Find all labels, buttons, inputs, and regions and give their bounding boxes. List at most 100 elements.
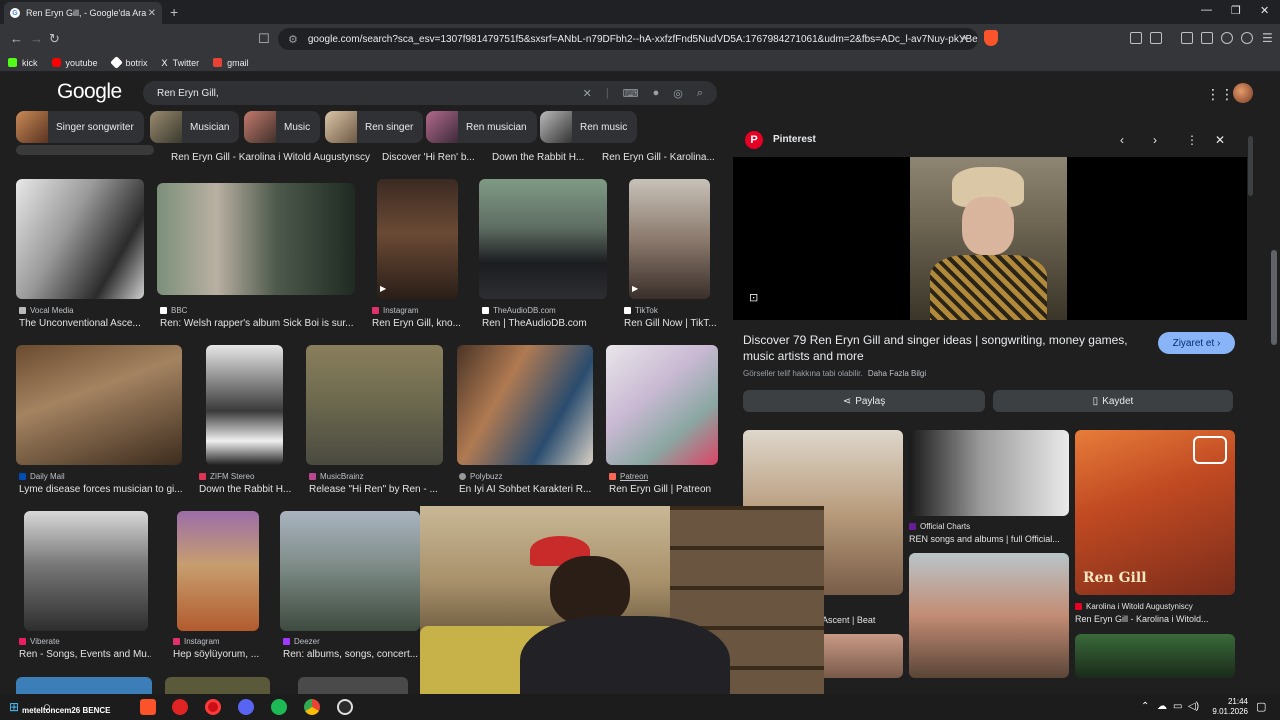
notifications-icon[interactable]: ▢ <box>1256 700 1266 713</box>
result-image[interactable] <box>24 511 148 631</box>
result-title[interactable]: Ren | TheAudioDB.com <box>482 318 607 329</box>
share-url-icon[interactable]: ↗ <box>958 33 967 46</box>
back-icon[interactable]: ← <box>10 31 23 46</box>
related-title[interactable]: Ren Eryn Gill - Karolina i Witold... <box>1075 614 1235 624</box>
result-title[interactable]: Discover 'Hi Ren' b... <box>382 152 482 163</box>
related-image[interactable] <box>1075 634 1235 678</box>
result-image[interactable] <box>206 345 283 465</box>
result-title[interactable]: Ren Eryn Gill, kno... <box>372 318 467 329</box>
bookmark-twitter[interactable]: X Twitter <box>162 58 200 69</box>
save-button[interactable]: ▯ Kaydet <box>993 390 1233 412</box>
panel-title[interactable]: Discover 79 Ren Eryn Gill and singer ide… <box>743 332 1143 364</box>
result-title[interactable]: Ren - Songs, Events and Mu... <box>19 649 151 660</box>
result-image[interactable] <box>177 511 259 631</box>
microphone-icon[interactable]: ● <box>653 87 660 100</box>
result-image[interactable] <box>629 179 710 299</box>
result-image[interactable] <box>479 179 607 299</box>
result-image[interactable] <box>16 677 152 694</box>
extensions-icon[interactable] <box>1130 32 1142 44</box>
vpn-icon[interactable] <box>1241 32 1253 44</box>
browser-tab[interactable]: G Ren Eryn Gill, - Google'da Ara ✕ <box>4 2 162 24</box>
discord-taskbar-icon[interactable] <box>238 699 254 715</box>
close-panel-icon[interactable]: ✕ <box>1215 133 1225 147</box>
chip-ren-singer[interactable]: Ren singer <box>325 111 424 143</box>
chip-ren-music[interactable]: Ren music <box>540 111 638 143</box>
related-title[interactable]: Ascent | Beat <box>822 615 902 625</box>
chip-ren-musician[interactable]: Ren musician <box>426 111 537 143</box>
search-icon[interactable]: ⌕ <box>697 87 703 100</box>
result-title[interactable]: The Unconventional Asce... <box>19 318 144 329</box>
windows-start-icon[interactable]: ⊞ <box>9 700 19 714</box>
avatar[interactable] <box>1233 83 1253 103</box>
close-window-icon[interactable]: ✕ <box>1260 4 1269 17</box>
chip-musician[interactable]: Musician <box>150 111 240 143</box>
next-icon[interactable]: › <box>1153 133 1157 147</box>
chrome-taskbar-icon[interactable] <box>304 699 320 715</box>
close-tab-icon[interactable]: ✕ <box>148 8 156 19</box>
new-tab-button[interactable]: + <box>170 4 178 20</box>
result-title[interactable]: Lyme disease forces musician to gi... <box>19 484 182 495</box>
related-image[interactable] <box>909 430 1069 516</box>
site-info-icon[interactable]: ⚙ <box>288 33 298 46</box>
previous-icon[interactable]: ‹ <box>1120 133 1124 147</box>
result-image[interactable] <box>377 179 458 299</box>
spotify-taskbar-icon[interactable] <box>271 699 287 715</box>
result-image[interactable] <box>306 345 443 465</box>
visit-button[interactable]: Ziyaret et › <box>1158 332 1235 354</box>
related-title[interactable]: REN songs and albums | full Official... <box>909 534 1069 544</box>
media-icon[interactable] <box>1150 32 1162 44</box>
more-options-icon[interactable]: ⋮ <box>1186 133 1198 147</box>
media-taskbar-icon[interactable] <box>172 699 188 715</box>
tray-chevron-icon[interactable]: ⌃ <box>1141 701 1149 712</box>
result-title[interactable]: Ren Eryn Gill | Patreon <box>609 484 719 495</box>
result-image[interactable] <box>16 345 182 465</box>
result-title[interactable]: En İyi AI Sohbet Karakteri R... <box>459 484 593 495</box>
brave-shields-icon[interactable] <box>984 30 998 46</box>
result-image[interactable] <box>157 183 355 295</box>
network-icon[interactable]: ▭ <box>1173 701 1182 712</box>
result-image[interactable] <box>606 345 718 465</box>
result-image[interactable] <box>457 345 593 465</box>
result-title[interactable]: Release "Hi Ren" by Ren - ... <box>309 484 449 495</box>
result-title[interactable]: Ren Gill Now | TikT... <box>624 318 716 329</box>
result-title[interactable]: Hep söylüyorum, ... <box>173 649 261 660</box>
search-input[interactable]: Ren Eryn Gill, ✕ | ⌨ ● ◎ ⌕ <box>143 81 717 105</box>
reload-icon[interactable]: ↻ <box>49 31 60 47</box>
leo-ai-icon[interactable] <box>1221 32 1233 44</box>
chip-music[interactable]: Music <box>244 111 321 143</box>
result-title[interactable]: Ren Eryn Gill - Karolina i Witold August… <box>171 152 371 163</box>
result-title[interactable]: Down the Rabbit H... <box>199 484 294 495</box>
result-title[interactable]: Down the Rabbit H... <box>492 152 592 163</box>
related-image[interactable] <box>909 553 1069 678</box>
chip-singer-songwriter[interactable]: Singer songwriter <box>16 111 144 143</box>
preview-image[interactable] <box>910 157 1067 320</box>
brave-taskbar-icon[interactable] <box>140 699 156 715</box>
sidebar-icon[interactable] <box>1181 32 1193 44</box>
bookmark-gmail[interactable]: gmail <box>213 58 249 68</box>
learn-more-link[interactable]: Daha Fazla Bilgi <box>868 369 926 378</box>
bookmark-botrix[interactable]: botrix <box>109 56 148 69</box>
result-title[interactable]: Ren: albums, songs, concert... <box>283 649 418 660</box>
related-image[interactable]: Ren Gill <box>1075 430 1235 595</box>
clock[interactable]: 21:44 9.01.2026 <box>1202 697 1248 717</box>
maximize-icon[interactable]: ❐ <box>1231 4 1241 17</box>
result-image[interactable] <box>16 145 154 155</box>
page-scrollbar[interactable] <box>1271 250 1277 345</box>
result-title[interactable]: Ren Eryn Gill - Karolina... <box>602 152 714 163</box>
share-button[interactable]: ⋖ Paylaş <box>743 390 985 412</box>
result-image[interactable] <box>280 511 420 631</box>
lens-search-icon[interactable]: ⊡ <box>749 291 758 304</box>
keyboard-icon[interactable]: ⌨ <box>623 87 639 100</box>
bookmark-icon[interactable]: ☐ <box>258 31 270 47</box>
panel-scrollbar[interactable] <box>1248 136 1253 196</box>
wallet-icon[interactable] <box>1201 32 1213 44</box>
result-image[interactable] <box>298 677 408 694</box>
bookmark-youtube[interactable]: youtube <box>51 58 98 68</box>
obs-taskbar-icon[interactable] <box>337 699 353 715</box>
bookmark-kick[interactable]: kick <box>8 58 38 68</box>
google-logo[interactable]: Google <box>57 80 122 104</box>
volume-icon[interactable]: ◁) <box>1188 701 1199 712</box>
lens-icon[interactable]: ◎ <box>673 87 683 100</box>
forward-icon[interactable]: → <box>30 31 43 46</box>
panel-source[interactable]: Pinterest <box>773 134 816 145</box>
